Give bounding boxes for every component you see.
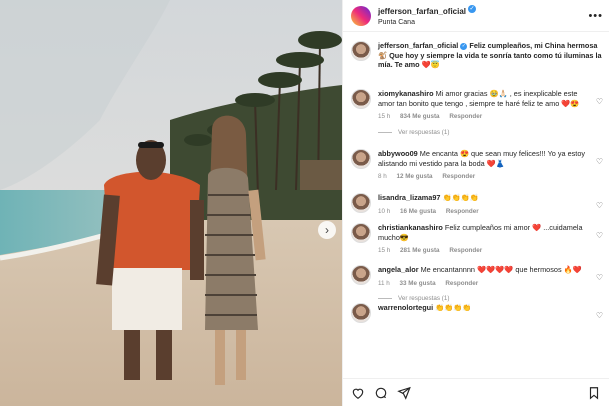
comment-likes[interactable]: 281 Me gusta	[400, 247, 440, 254]
more-options-icon[interactable]: •••	[588, 10, 603, 22]
caption-body: jefferson_farfan_oficial ✓ Feliz cumplea…	[378, 41, 603, 89]
comment-body: lisandra_lizama97 👏👏👏👏 10 h 16 Me gusta …	[378, 193, 603, 216]
comment-reply-button[interactable]: Responder	[449, 247, 482, 254]
comment-body: christiankanashiro Feliz cumpleaños mi a…	[378, 223, 603, 256]
comment-row: xiomykanashiro Mi amor gracias 🥹🙏🏻 , es …	[351, 89, 603, 122]
heart-icon[interactable]: ♡	[596, 157, 603, 166]
comment-meta: 11 h 33 Me gusta Responder	[378, 279, 591, 289]
comment-item: abbywoo09 Me encanta 😍 que sean muy feli…	[351, 149, 603, 193]
comment-meta: 8 h 12 Me gusta Responder	[378, 172, 591, 182]
comment-row: warrenolortegui 👏👏👏👏 ♡	[351, 303, 603, 323]
comment-time: 15 h	[378, 247, 391, 254]
send-icon[interactable]	[397, 386, 411, 400]
caption: jefferson_farfan_oficial ✓ Feliz cumplea…	[351, 33, 603, 89]
comment-item: warrenolortegui 👏👏👏👏 ♡	[351, 303, 603, 323]
comment-time: 11 h	[378, 279, 390, 287]
comment-text: 👏👏👏👏	[435, 303, 472, 312]
beach-couple-photo	[0, 0, 342, 406]
post-sidebar: jefferson_farfan_oficial ✓ Punta Cana •••…	[342, 0, 609, 406]
comment-likes[interactable]: 16 Me gusta	[400, 208, 436, 215]
comment-time: 8 h	[378, 173, 387, 180]
comment-text: Me encantannnn ❤️❤️❤️❤️ que hermosos 🔥❤️	[420, 265, 582, 274]
comment-likes[interactable]: 33 Me gusta	[400, 280, 436, 287]
action-bar	[343, 378, 609, 406]
verified-badge-icon: ✓	[468, 5, 477, 14]
comment-meta: 15 h 281 Me gusta Responder	[378, 246, 591, 256]
post-header: jefferson_farfan_oficial ✓ Punta Cana •••	[343, 0, 609, 32]
view-replies-button[interactable]: Ver respuestas (1)	[378, 295, 603, 302]
comment-reply-button[interactable]: Responder	[446, 208, 479, 215]
post-photo[interactable]: ›	[0, 0, 342, 406]
comment-reply-button[interactable]: Responder	[442, 173, 475, 180]
comment-row: abbywoo09 Me encanta 😍 que sean muy feli…	[351, 149, 603, 182]
comment-body: abbywoo09 Me encanta 😍 que sean muy feli…	[378, 149, 603, 182]
post-username[interactable]: jefferson_farfan_oficial	[378, 7, 466, 16]
comment-text: 👏👏👏👏	[442, 193, 479, 202]
avatar[interactable]	[351, 303, 371, 323]
comments-list[interactable]: jefferson_farfan_oficial ✓ Feliz cumplea…	[343, 33, 609, 378]
view-replies-button[interactable]: Ver respuestas (1)	[378, 129, 603, 136]
comment-meta: 10 h 16 Me gusta Responder	[378, 207, 591, 217]
bookmark-icon[interactable]	[587, 386, 601, 400]
heart-icon[interactable]: ♡	[596, 97, 603, 106]
comment-item: angela_alor Me encantannnn ❤️❤️❤️❤️ que …	[351, 265, 603, 303]
comment-icon[interactable]	[374, 386, 388, 400]
avatar[interactable]	[351, 41, 371, 61]
comment-body: xiomykanashiro Mi amor gracias 🥹🙏🏻 , es …	[378, 89, 603, 122]
comment-likes[interactable]: 12 Me gusta	[397, 173, 433, 180]
comment-reply-button[interactable]: Responder	[445, 280, 478, 287]
caption-username[interactable]: jefferson_farfan_oficial	[378, 41, 458, 50]
heart-icon[interactable]: ♡	[596, 273, 603, 282]
comment-time: 10 h	[378, 207, 391, 215]
avatar[interactable]	[351, 193, 371, 213]
comment-body: angela_alor Me encantannnn ❤️❤️❤️❤️ que …	[378, 265, 603, 288]
comment-username[interactable]: abbywoo09	[378, 149, 418, 158]
instagram-post: › jefferson_farfan_oficial ✓ Punta Cana •…	[0, 0, 609, 406]
comment-likes[interactable]: 834 Me gusta	[400, 113, 440, 120]
post-location[interactable]: Punta Cana	[378, 17, 588, 28]
avatar[interactable]	[351, 89, 371, 109]
comment-time: 15 h	[378, 113, 391, 120]
comment-container: xiomykanashiro Mi amor gracias 🥹🙏🏻 , es …	[351, 89, 603, 323]
verified-badge-icon: ✓	[460, 42, 468, 50]
comment-item: christiankanashiro Feliz cumpleaños mi a…	[351, 223, 603, 265]
avatar[interactable]	[351, 265, 371, 285]
heart-icon[interactable]: ♡	[596, 201, 603, 210]
comment-row: lisandra_lizama97 👏👏👏👏 10 h 16 Me gusta …	[351, 193, 603, 216]
header-text: jefferson_farfan_oficial ✓ Punta Cana	[378, 4, 588, 28]
comment-row: christiankanashiro Feliz cumpleaños mi a…	[351, 223, 603, 256]
avatar[interactable]	[351, 223, 371, 243]
comment-item: xiomykanashiro Mi amor gracias 🥹🙏🏻 , es …	[351, 89, 603, 149]
heart-icon[interactable]: ♡	[596, 231, 603, 240]
heart-icon[interactable]	[351, 386, 365, 400]
avatar[interactable]	[351, 5, 371, 26]
comment-username[interactable]: xiomykanashiro	[378, 89, 434, 98]
next-photo-button[interactable]: ›	[318, 221, 336, 239]
chevron-right-icon: ›	[325, 223, 329, 237]
comment-reply-button[interactable]: Responder	[449, 113, 482, 120]
comment-username[interactable]: lisandra_lizama97	[378, 193, 440, 202]
comment-item: lisandra_lizama97 👏👏👏👏 10 h 16 Me gusta …	[351, 193, 603, 223]
comment-username[interactable]: christiankanashiro	[378, 223, 443, 232]
avatar[interactable]	[351, 149, 371, 169]
comment-body: warrenolortegui 👏👏👏👏	[378, 303, 603, 323]
comment-username[interactable]: angela_alor	[378, 265, 419, 274]
comment-username[interactable]: warrenolortegui	[378, 303, 433, 312]
comment-row: angela_alor Me encantannnn ❤️❤️❤️❤️ que …	[351, 265, 603, 288]
comment-meta: 15 h 834 Me gusta Responder	[378, 112, 591, 122]
heart-icon[interactable]: ♡	[596, 311, 603, 320]
